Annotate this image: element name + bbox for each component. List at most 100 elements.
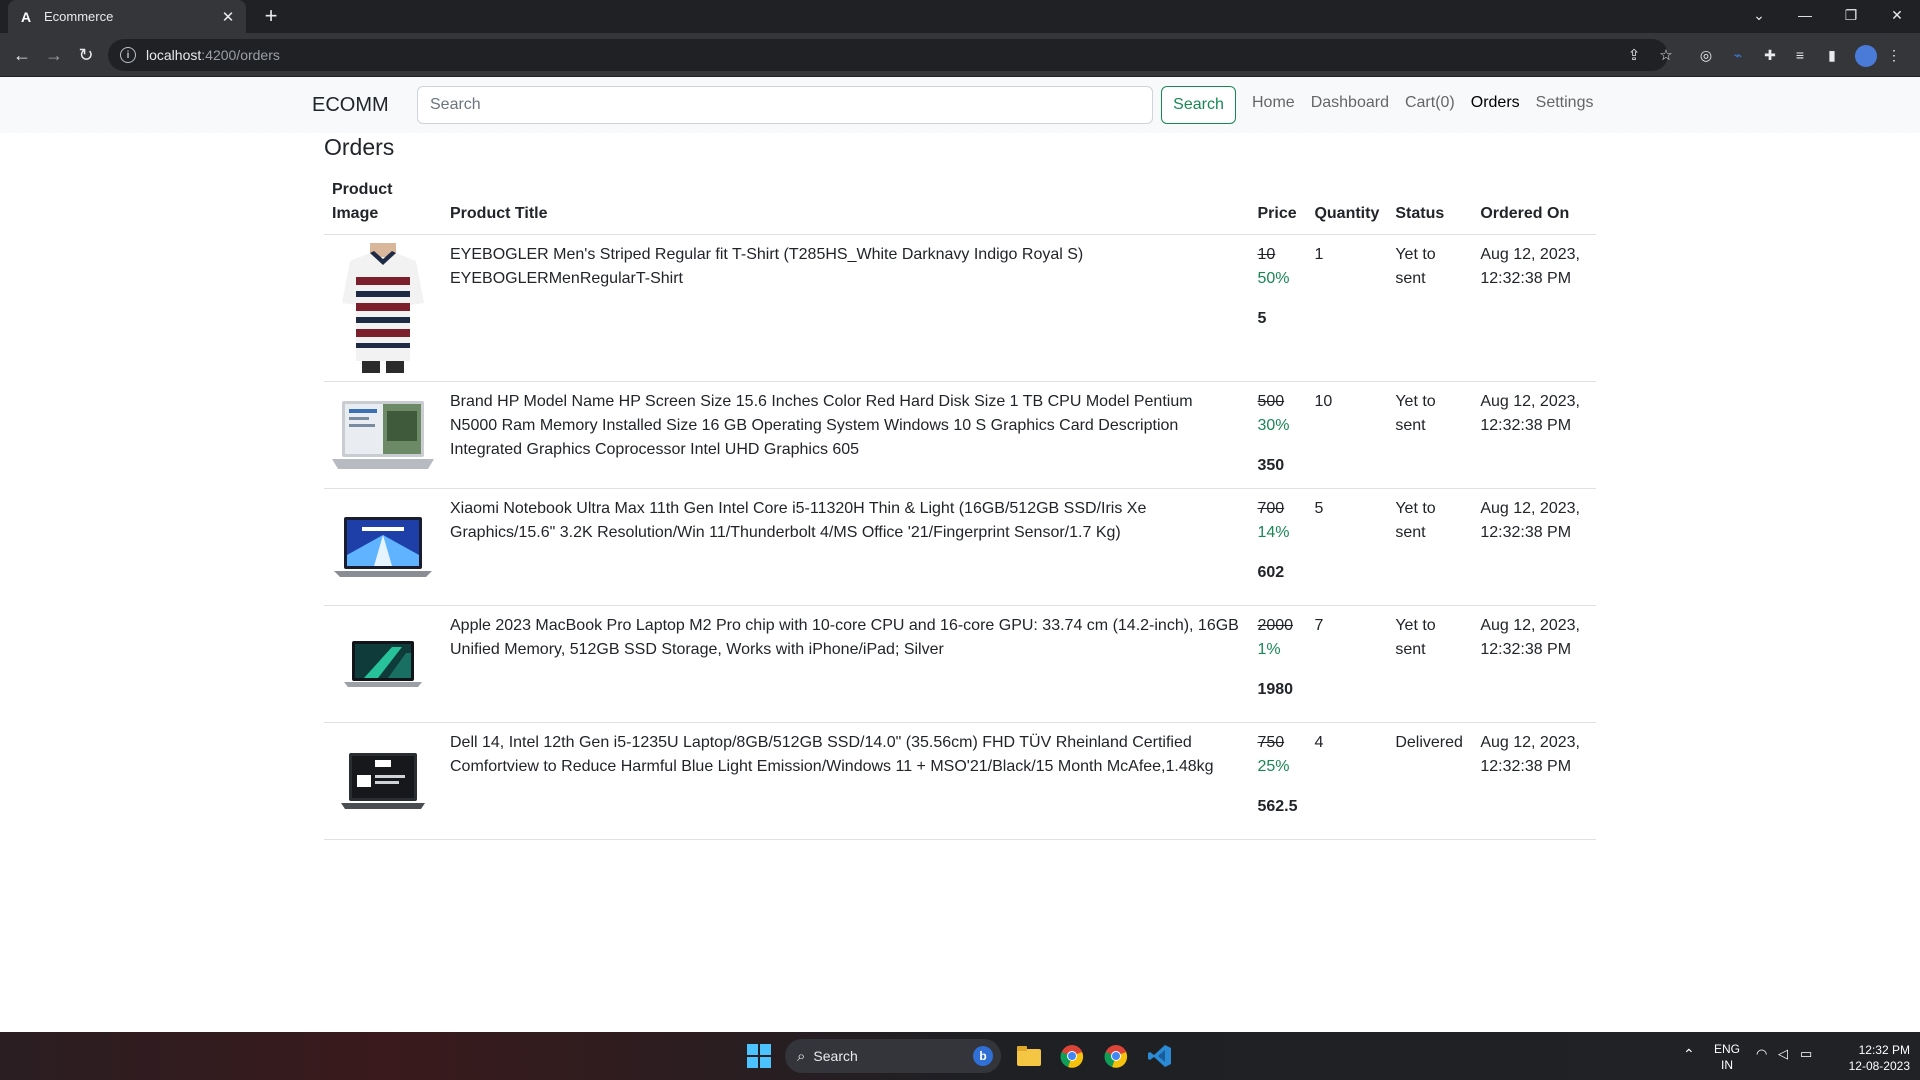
nav-link-orders[interactable]: Orders <box>1471 94 1520 112</box>
status: Delivered <box>1387 722 1473 840</box>
product-image <box>332 614 434 714</box>
column-header-image: Product Image <box>324 172 442 235</box>
product-image <box>332 390 434 480</box>
original-price: 2000 <box>1257 617 1294 634</box>
tab-title: Ecommerce <box>44 9 114 24</box>
hp-laptop-icon <box>332 401 434 469</box>
table-row: EYEBOGLER Men's Striped Regular fit T-Sh… <box>324 234 1596 382</box>
close-tab-icon[interactable]: ✕ <box>220 8 236 26</box>
share-icon[interactable]: ⇪ <box>1620 41 1648 69</box>
back-icon[interactable]: ← <box>8 41 36 69</box>
chrome-icon[interactable] <box>1058 1042 1086 1070</box>
brand-logo[interactable]: ECOMM <box>312 94 389 117</box>
search-button[interactable]: Search <box>1161 86 1236 124</box>
search-input[interactable] <box>417 86 1153 124</box>
discount: 30% <box>1257 417 1290 434</box>
extension-cursor-icon[interactable]: ⌁ <box>1728 45 1748 65</box>
discount: 14% <box>1257 524 1290 541</box>
table-row: Xiaomi Notebook Ultra Max 11th Gen Intel… <box>324 488 1596 606</box>
language-indicator[interactable]: ENG IN <box>1712 1041 1742 1073</box>
price-cell: 10 50% 5 <box>1249 234 1307 382</box>
chrome-menu-icon[interactable]: ⋮ <box>1884 45 1904 65</box>
final-price: 602 <box>1257 564 1285 581</box>
product-image-cell <box>324 605 442 723</box>
show-hidden-icons-icon[interactable]: ⌃ <box>1683 1046 1695 1062</box>
status: Yet to sent <box>1387 381 1473 489</box>
address-bar[interactable]: i localhost:4200/orders <box>108 39 1668 71</box>
original-price: 500 <box>1257 393 1285 410</box>
quantity: 10 <box>1306 381 1388 489</box>
product-title: Dell 14, Intel 12th Gen i5-1235U Laptop/… <box>442 722 1250 840</box>
price-cell: 750 25% 562.5 <box>1249 722 1307 840</box>
url-path: :4200/orders <box>201 47 280 63</box>
final-price: 1980 <box>1257 681 1294 698</box>
discount: 50% <box>1257 270 1290 287</box>
bing-icon: b <box>973 1046 993 1066</box>
product-image-cell <box>324 488 442 606</box>
bookmark-star-icon[interactable]: ☆ <box>1652 41 1680 69</box>
final-price: 562.5 <box>1257 798 1298 815</box>
close-window-icon[interactable]: ✕ <box>1874 0 1920 30</box>
striped-tshirt-icon <box>342 243 424 373</box>
ordered-on: Aug 12, 2023, 12:32:38 PM <box>1472 722 1596 840</box>
windows-taskbar: ⌕ Search b ⌃ ENG IN ◠ ◁ ▭ 12:32 PM 12-08… <box>0 1032 1920 1080</box>
reload-icon[interactable]: ↻ <box>72 41 100 69</box>
quantity: 4 <box>1306 722 1388 840</box>
extensions-puzzle-icon[interactable]: ✚ <box>1760 45 1780 65</box>
table-header-row: Product Image Product Title Price Quanti… <box>324 172 1596 235</box>
column-header-price: Price <box>1249 172 1307 235</box>
original-price: 700 <box>1257 500 1285 517</box>
new-tab-icon[interactable]: + <box>258 3 284 29</box>
column-header-ordered-on: Ordered On <box>1472 172 1596 235</box>
browser-tab[interactable]: A Ecommerce ✕ <box>8 0 246 33</box>
status: Yet to sent <box>1387 234 1473 382</box>
nav-link-settings[interactable]: Settings <box>1536 94 1594 112</box>
taskbar-search[interactable]: ⌕ Search b <box>785 1039 1001 1073</box>
chrome-profile-icon[interactable] <box>1102 1042 1130 1070</box>
price-cell: 500 30% 350 <box>1249 381 1307 489</box>
vscode-icon[interactable] <box>1146 1042 1174 1070</box>
column-header-quantity: Quantity <box>1306 172 1388 235</box>
url-host: localhost <box>146 47 202 63</box>
quantity: 7 <box>1306 605 1388 723</box>
system-clock[interactable]: 12:32 PM 12-08-2023 <box>1828 1042 1910 1074</box>
original-price: 10 <box>1257 246 1276 263</box>
side-panel-icon[interactable]: ▮ <box>1822 45 1842 65</box>
angular-favicon-icon: A <box>20 8 32 25</box>
product-image <box>332 497 434 597</box>
site-info-icon[interactable]: i <box>120 47 136 63</box>
app-navbar: ECOMM Search Home Dashboard Cart(0) Orde… <box>0 77 1920 133</box>
minimize-icon[interactable]: — <box>1782 0 1828 30</box>
product-image-cell <box>324 234 442 382</box>
quantity: 5 <box>1306 488 1388 606</box>
final-price: 5 <box>1257 310 1267 327</box>
product-image-cell <box>324 381 442 489</box>
restore-icon[interactable]: ❐ <box>1828 0 1874 30</box>
browser-toolbar: ← → ↻ i localhost:4200/orders ⇪ ☆ ◎ ⌁ ✚ … <box>0 33 1920 77</box>
tab-search-icon[interactable]: ⌄ <box>1736 0 1782 30</box>
taskbar-search-label: Search <box>813 1048 858 1064</box>
battery-icon[interactable]: ▭ <box>1800 1046 1812 1062</box>
product-title: EYEBOGLER Men's Striped Regular fit T-Sh… <box>442 234 1250 382</box>
price-cell: 700 14% 602 <box>1249 488 1307 606</box>
discount: 1% <box>1257 641 1281 658</box>
reading-list-icon[interactable]: ≡ <box>1790 45 1810 65</box>
status: Yet to sent <box>1387 488 1473 606</box>
file-explorer-icon[interactable] <box>1015 1042 1043 1070</box>
table-row: Dell 14, Intel 12th Gen i5-1235U Laptop/… <box>324 722 1596 840</box>
nav-link-home[interactable]: Home <box>1252 94 1295 112</box>
column-header-title: Product Title <box>442 172 1250 235</box>
forward-icon[interactable]: → <box>40 41 68 69</box>
profile-avatar[interactable] <box>1855 45 1877 67</box>
macbook-pro-icon <box>344 641 422 687</box>
wifi-icon[interactable]: ◠ <box>1756 1046 1767 1062</box>
table-row: Apple 2023 MacBook Pro Laptop M2 Pro chi… <box>324 605 1596 723</box>
product-image <box>332 731 434 831</box>
volume-icon[interactable]: ◁ <box>1778 1046 1788 1062</box>
extension-screenshot-icon[interactable]: ◎ <box>1696 45 1716 65</box>
nav-links: Home Dashboard Cart(0) Orders Settings <box>1252 94 1593 112</box>
windows-start-icon[interactable] <box>747 1044 771 1068</box>
nav-link-dashboard[interactable]: Dashboard <box>1311 94 1389 112</box>
nav-link-cart[interactable]: Cart(0) <box>1405 94 1455 112</box>
column-header-status: Status <box>1387 172 1473 235</box>
